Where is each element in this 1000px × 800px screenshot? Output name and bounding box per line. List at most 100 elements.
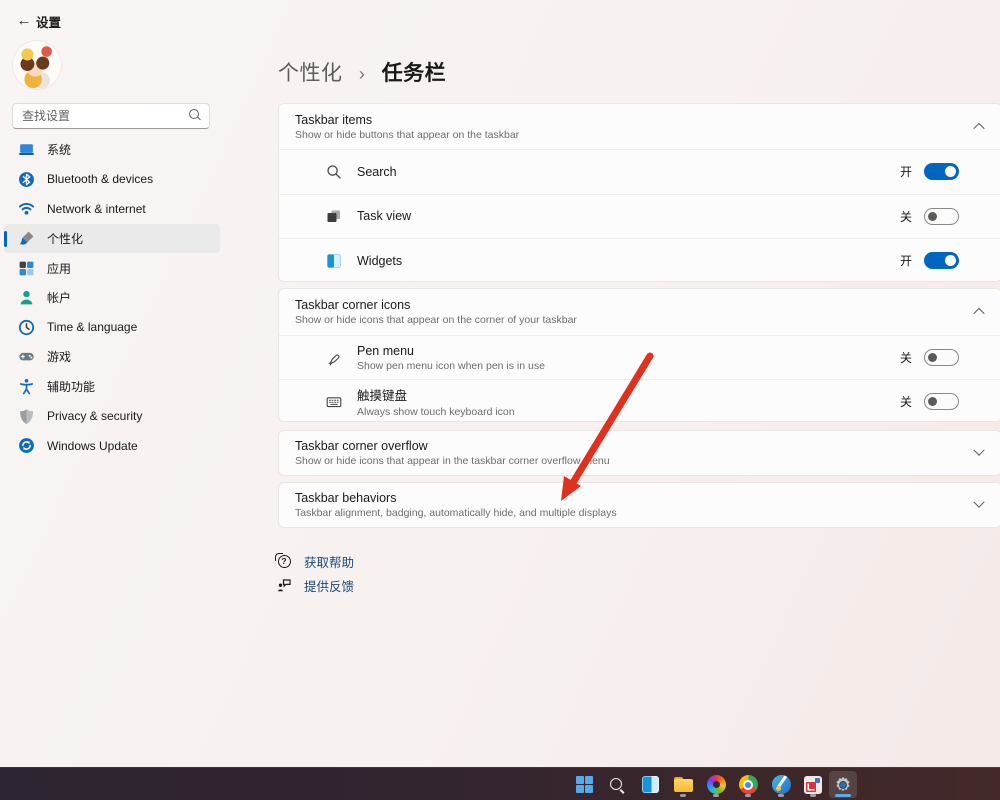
search-icon (186, 107, 204, 125)
setting-row-task-view: Task view 关 (279, 194, 1000, 239)
widgets-button[interactable] (636, 771, 664, 798)
color-wheel-icon (707, 775, 726, 794)
app-title: 设置 (36, 12, 61, 31)
sidebar-item-label: Windows Update (47, 439, 138, 453)
chevron-up-icon[interactable] (973, 308, 984, 319)
file-explorer-button[interactable] (669, 771, 697, 798)
taskbar-corner-overflow-header[interactable]: Taskbar corner overflow Show or hide ico… (279, 431, 1000, 475)
sidebar-item-label: Privacy & security (47, 409, 142, 423)
settings-search-box[interactable] (12, 103, 210, 129)
running-indicator (680, 794, 686, 797)
setting-label: Search (357, 165, 900, 179)
settings-gear-icon (833, 775, 853, 795)
taskbar-corner-icons-header[interactable]: Taskbar corner icons Show or hide icons … (279, 289, 1000, 335)
sidebar-item-accessibility[interactable]: 辅助功能 (4, 372, 220, 402)
red-tile-app-button[interactable] (799, 771, 827, 798)
setting-sublabel: Show pen menu icon when pen is in use (357, 360, 900, 372)
setting-row-touch-keyboard: 触摸键盘 Always show touch keyboard icon 关 (279, 379, 1000, 422)
settings-sidebar: 系统 Bluetooth & devices Network & interne… (4, 135, 220, 461)
sidebar-item-system[interactable]: 系统 (4, 135, 220, 165)
page-title-breadcrumb: 个性化 › 任务栏 (278, 57, 446, 87)
bluetooth-icon (18, 171, 35, 188)
get-help-link[interactable]: 获取帮助 (276, 549, 354, 573)
sidebar-item-label: 个性化 (47, 230, 83, 247)
sidebar-item-label: 辅助功能 (47, 378, 95, 395)
widgets-icon (642, 776, 659, 793)
running-indicator (778, 794, 784, 797)
help-links: 获取帮助 提供反馈 (276, 549, 354, 597)
taskbar-search-button[interactable] (603, 771, 631, 798)
chrome-button[interactable] (734, 771, 762, 798)
paint-app-button[interactable] (767, 771, 795, 798)
network-icon (18, 200, 35, 217)
accessibility-icon (18, 378, 35, 395)
search-toggle[interactable] (924, 163, 959, 180)
give-feedback-link[interactable]: 提供反馈 (276, 573, 354, 597)
windows-update-icon (18, 437, 35, 454)
sidebar-item-label: Bluetooth & devices (47, 172, 153, 186)
windows-taskbar (0, 767, 1000, 800)
time-language-icon (18, 319, 35, 336)
section-title: Taskbar corner overflow (295, 439, 975, 453)
sidebar-item-privacy-security[interactable]: Privacy & security (4, 401, 220, 431)
sidebar-item-windows-update[interactable]: Windows Update (4, 431, 220, 461)
setting-label: Pen menu (357, 344, 900, 358)
widgets-toggle[interactable] (924, 252, 959, 269)
sidebar-item-time-language[interactable]: Time & language (4, 313, 220, 343)
gaming-icon (18, 348, 35, 365)
section-taskbar-items: Taskbar items Show or hide buttons that … (278, 103, 1000, 282)
settings-search-input[interactable] (13, 109, 186, 123)
chevron-down-icon[interactable] (973, 497, 984, 508)
toggle-state-label: 关 (900, 393, 912, 410)
pen-icon (325, 349, 343, 367)
sidebar-item-accounts[interactable]: 帐户 (4, 283, 220, 313)
get-help-icon (276, 553, 292, 569)
sidebar-item-bluetooth-devices[interactable]: Bluetooth & devices (4, 165, 220, 195)
sidebar-item-label: 帐户 (47, 289, 71, 306)
chevron-up-icon[interactable] (973, 122, 984, 133)
breadcrumb-parent[interactable]: 个性化 (278, 62, 343, 85)
running-indicator (745, 794, 751, 797)
running-indicator (810, 794, 816, 797)
setting-row-pen-menu: Pen menu Show pen menu icon when pen is … (279, 335, 1000, 379)
toggle-state-label: 开 (900, 163, 912, 180)
taskbar-items-header[interactable]: Taskbar items Show or hide buttons that … (279, 104, 1000, 149)
accounts-icon (18, 289, 35, 306)
feedback-icon (276, 577, 292, 593)
section-title: Taskbar behaviors (295, 491, 975, 505)
section-subtitle: Show or hide icons that appear in the ta… (295, 455, 975, 467)
link-label: 提供反馈 (304, 576, 354, 595)
section-subtitle: Show or hide icons that appear on the co… (295, 314, 975, 326)
paint-app-icon (772, 775, 791, 794)
toggle-state-label: 关 (900, 208, 912, 225)
settings-button[interactable] (829, 771, 857, 798)
sidebar-item-personalization[interactable]: 个性化 (4, 224, 220, 254)
sidebar-item-network-internet[interactable]: Network & internet (4, 194, 220, 224)
privacy-icon (18, 408, 35, 425)
sidebar-item-apps[interactable]: 应用 (4, 253, 220, 283)
link-label: 获取帮助 (304, 552, 354, 571)
task-view-toggle[interactable] (924, 208, 959, 225)
setting-label: Widgets (357, 254, 900, 268)
section-title: Taskbar corner icons (295, 298, 975, 312)
widgets-icon (325, 252, 343, 270)
section-title: Taskbar items (295, 113, 975, 127)
sidebar-item-label: Network & internet (47, 202, 146, 216)
section-taskbar-corner-icons: Taskbar corner icons Show or hide icons … (278, 288, 1000, 422)
search-icon (608, 776, 626, 794)
back-button[interactable]: ← (12, 8, 36, 32)
taskbar-behaviors-header[interactable]: Taskbar behaviors Taskbar alignment, bad… (279, 483, 1000, 527)
setting-label: Task view (357, 209, 900, 223)
toggle-state-label: 开 (900, 252, 912, 269)
active-indicator (835, 794, 851, 797)
touch-keyboard-toggle[interactable] (924, 393, 959, 410)
section-subtitle: Show or hide buttons that appear on the … (295, 129, 975, 141)
start-button[interactable] (570, 771, 598, 798)
sidebar-item-gaming[interactable]: 游戏 (4, 342, 220, 372)
pen-menu-toggle[interactable] (924, 349, 959, 366)
sidebar-item-label: 应用 (47, 260, 71, 277)
chrome-icon (739, 775, 758, 794)
setting-row-search: Search 开 (279, 149, 1000, 194)
chevron-down-icon[interactable] (973, 445, 984, 456)
color-wheel-app-button[interactable] (702, 771, 730, 798)
